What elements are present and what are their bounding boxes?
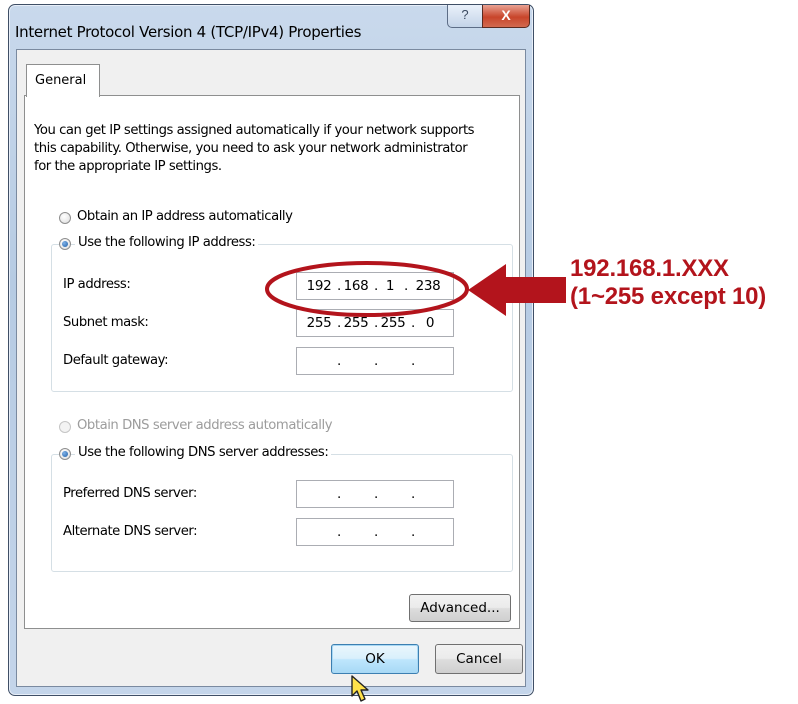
help-button[interactable]: ? bbox=[447, 5, 483, 28]
dns-server-group bbox=[51, 454, 513, 572]
general-panel: You can get IP settings assigned automat… bbox=[24, 95, 520, 629]
dialog-body: General You can get IP settings assigned… bbox=[16, 49, 526, 687]
close-icon: X bbox=[501, 7, 511, 23]
obtain-dns-auto-label: Obtain DNS server address automatically bbox=[77, 418, 333, 433]
tab-general[interactable]: General bbox=[26, 64, 100, 97]
alternate-dns-label: Alternate DNS server: bbox=[63, 524, 198, 539]
use-following-dns-label: Use the following DNS server addresses: bbox=[75, 445, 332, 460]
annotation-line-2: (1~255 except 10) bbox=[570, 283, 767, 310]
default-gateway-label: Default gateway: bbox=[63, 353, 169, 368]
subnet-mask-label: Subnet mask: bbox=[63, 315, 149, 330]
close-button[interactable]: X bbox=[482, 5, 530, 28]
ok-button[interactable]: OK bbox=[331, 644, 419, 674]
highlight-ellipse bbox=[265, 261, 469, 317]
annotation-arrow-icon bbox=[468, 264, 566, 316]
annotation-line-1: 192.168.1.XXX bbox=[570, 255, 729, 282]
description-line: for the appropriate IP settings. bbox=[34, 159, 222, 174]
default-gateway-input[interactable]: . . . bbox=[296, 347, 454, 375]
advanced-button[interactable]: Advanced... bbox=[409, 594, 511, 622]
description-line: You can get IP settings assigned automat… bbox=[34, 123, 475, 138]
preferred-dns-input[interactable]: . . . bbox=[296, 480, 454, 508]
use-following-ip-label: Use the following IP address: bbox=[75, 235, 259, 250]
tab-general-label: General bbox=[35, 73, 87, 88]
preferred-dns-label: Preferred DNS server: bbox=[63, 486, 197, 501]
window-title: Internet Protocol Version 4 (TCP/IPv4) P… bbox=[15, 23, 362, 41]
ip-address-label: IP address: bbox=[63, 277, 131, 292]
mouse-cursor-icon bbox=[351, 675, 369, 702]
cancel-button[interactable]: Cancel bbox=[435, 644, 523, 674]
dialog-window: Internet Protocol Version 4 (TCP/IPv4) P… bbox=[8, 4, 534, 696]
help-icon: ? bbox=[461, 7, 469, 22]
radio-obtain-dns-auto[interactable] bbox=[59, 421, 71, 433]
radio-obtain-ip-auto[interactable] bbox=[59, 212, 71, 224]
description-line: this capability. Otherwise, you need to … bbox=[34, 141, 468, 156]
alternate-dns-input[interactable]: . . . bbox=[296, 518, 454, 546]
radio-use-following-ip[interactable] bbox=[59, 238, 71, 250]
radio-use-following-dns[interactable] bbox=[59, 448, 71, 460]
obtain-ip-auto-label: Obtain an IP address automatically bbox=[77, 209, 293, 224]
